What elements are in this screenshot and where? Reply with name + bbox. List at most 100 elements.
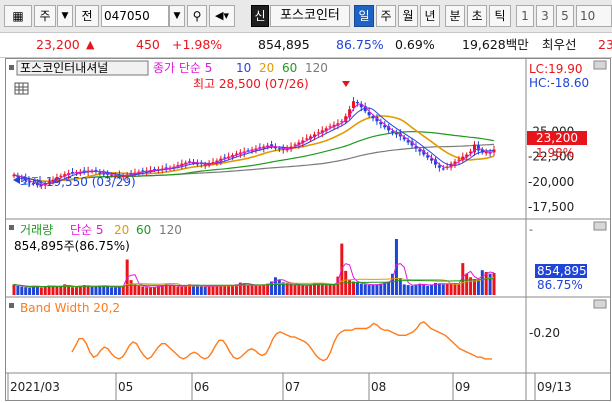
current-volume-label: 854,895 (537, 264, 587, 278)
period-week-button[interactable]: 주 (376, 5, 396, 27)
volume-bar (231, 285, 235, 295)
period-day-button[interactable]: 일 (354, 5, 374, 27)
volume-bar (219, 285, 223, 295)
quote-bar: 23,200 ▲ 450 +1.98% 854,895 86.75% 0.69%… (0, 33, 612, 58)
volume-bar (297, 285, 301, 295)
volume-bar (414, 284, 418, 295)
search-icon[interactable]: ⚲ (187, 5, 207, 27)
candle-body (305, 138, 309, 140)
volume-bar (316, 283, 320, 295)
speaker-icon[interactable]: ◀▾ (209, 5, 235, 27)
legend-vol-ma5: 단순 5 (70, 223, 104, 237)
volume-bar (266, 283, 270, 295)
volume-bar (106, 286, 110, 295)
volume-bar (149, 287, 153, 295)
volume-bar (94, 286, 98, 295)
stock-code-input[interactable]: 047050 (101, 5, 169, 27)
new-badge[interactable]: 신 (251, 5, 269, 27)
current-price-axis-label: 23,200 (536, 131, 578, 145)
high-arrow-icon (342, 81, 350, 87)
time-tick-label: 06 (194, 380, 209, 394)
volume-bar (137, 285, 141, 295)
change-percent: +1.98% (172, 37, 223, 52)
period-year-button[interactable]: 년 (420, 5, 440, 27)
count-1-button[interactable]: 1 (516, 5, 534, 27)
volume-bar (328, 284, 332, 295)
volume-bar (35, 286, 39, 295)
price-tick-label: -17,500 (528, 200, 574, 214)
candle-body (328, 126, 332, 128)
volume-bar (402, 284, 406, 295)
volume-ratio: 86.75% (336, 37, 384, 52)
volume-bar (28, 287, 32, 295)
volume-bar (227, 285, 231, 295)
high-annotation: 최고 28,500 (07/26) (193, 77, 309, 91)
volume-bar (55, 286, 59, 295)
volume-bar (430, 284, 434, 295)
volume-bar (332, 284, 336, 295)
volume-bar (418, 283, 422, 295)
bandwidth-series (71, 320, 492, 362)
volume-pane-grip[interactable] (593, 221, 607, 231)
bandwidth-line (71, 320, 492, 362)
time-axis: 2021/03 05 06 07 08 09 09/13 (7, 373, 572, 400)
volume-bar (375, 284, 379, 295)
volume-bar (324, 285, 328, 295)
volume-bar (457, 284, 461, 295)
period-minute-button[interactable]: 분 (445, 5, 465, 27)
volume-bar (59, 285, 63, 295)
volume-bar (453, 283, 457, 295)
volume-bar (110, 287, 114, 295)
volume-bar (379, 283, 383, 295)
volume-bar (102, 285, 106, 295)
candle-body (277, 148, 281, 150)
volume-bar (254, 285, 258, 295)
current-price: 23,200 (36, 37, 80, 52)
volume-bar (250, 285, 254, 295)
time-tick-label: 05 (118, 380, 133, 394)
volume-bar (426, 285, 430, 295)
chevron-down-icon[interactable]: ▼ (57, 5, 73, 27)
volume-bar (383, 282, 387, 295)
volume-bar (24, 287, 28, 295)
code-dropdown-icon[interactable]: ▼ (169, 5, 185, 27)
volume-bar (309, 284, 313, 295)
volume-bar (246, 284, 250, 295)
volume-bar (492, 273, 496, 295)
volume-bar (176, 286, 180, 295)
period-tick-button[interactable]: 틱 (489, 5, 511, 27)
count-10-button[interactable]: 10 (576, 5, 612, 27)
change-amount: 450 (136, 37, 160, 52)
grid-menu-icon[interactable]: ▦ (4, 5, 32, 27)
legend-vol-ma60: 60 (136, 223, 151, 237)
candle-body (203, 164, 207, 166)
volume-bar (160, 285, 164, 295)
period-second-button[interactable]: 초 (467, 5, 487, 27)
stock-type-selector[interactable]: 주 (34, 5, 56, 27)
volume-bar (484, 271, 488, 295)
candle-body (391, 131, 395, 133)
volume-bar (67, 286, 71, 295)
candle-body (98, 172, 102, 174)
period-month-button[interactable]: 월 (398, 5, 418, 27)
legend-vol-ma20: 20 (114, 223, 129, 237)
volume-bar (152, 286, 156, 295)
band-pane-grip[interactable] (593, 299, 607, 309)
table-icon[interactable] (14, 82, 29, 95)
volume-bar (488, 273, 492, 295)
all-button[interactable]: 전 (75, 5, 99, 27)
count-3-button[interactable]: 3 (536, 5, 554, 27)
volume-bar (465, 273, 469, 295)
volume-bar (86, 286, 90, 295)
candle-body (293, 144, 297, 146)
volume-bar (129, 280, 133, 295)
volume-bar (141, 286, 145, 295)
volume-bar (168, 285, 172, 295)
volume-bar (133, 284, 137, 295)
price-pane-grip[interactable] (593, 60, 607, 70)
volume-bar (207, 285, 211, 295)
candle-body (316, 132, 320, 134)
count-5-button[interactable]: 5 (556, 5, 574, 27)
trade-amount: 19,628백만 (462, 37, 529, 52)
volume-bar (367, 285, 371, 295)
